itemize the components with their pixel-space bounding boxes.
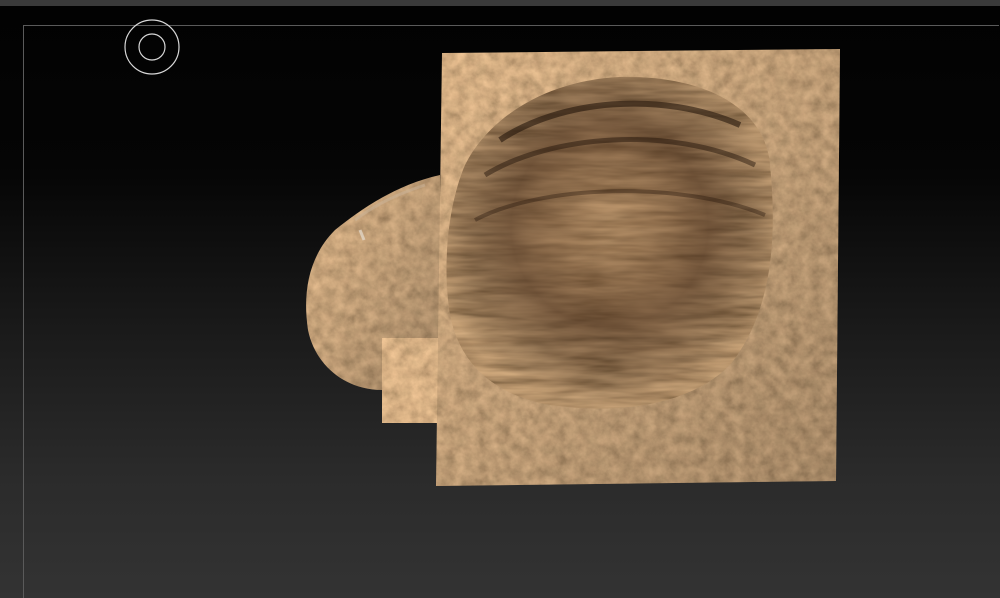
- burrow-opening: [446, 76, 773, 409]
- top-edge-bar: [0, 0, 1000, 6]
- brush-circle-icon[interactable]: [124, 19, 180, 75]
- canvas-viewport[interactable]: [0, 0, 1000, 598]
- sculpted-burrow-model[interactable]: [300, 45, 845, 490]
